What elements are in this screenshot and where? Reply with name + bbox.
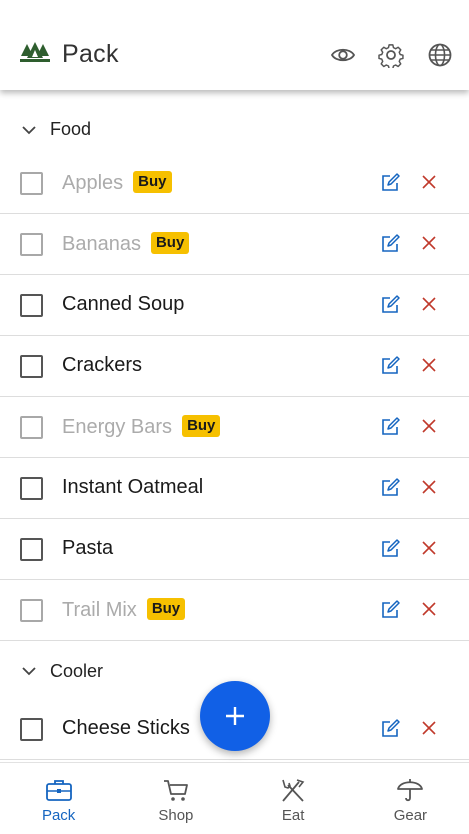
edit-icon[interactable] xyxy=(380,539,400,559)
edit-icon[interactable] xyxy=(380,234,400,254)
umbrella-icon xyxy=(396,777,424,803)
chevron-down-icon[interactable] xyxy=(20,123,38,137)
tab-label: Shop xyxy=(158,807,194,824)
close-icon[interactable] xyxy=(421,720,437,736)
list-item: Canned Soup xyxy=(0,275,469,336)
item-name: Energy Bars Buy xyxy=(62,415,221,439)
tab-label: Pack xyxy=(41,807,76,824)
item-name: Trail Mix Buy xyxy=(62,598,186,622)
close-icon[interactable] xyxy=(421,540,437,556)
list-item: Apples Buy xyxy=(0,153,469,214)
item-checkbox[interactable] xyxy=(20,172,43,195)
add-item-button[interactable] xyxy=(200,681,270,751)
item-checkbox[interactable] xyxy=(20,294,43,317)
item-checkbox[interactable] xyxy=(20,355,43,378)
packing-list: Food Apples Buy Bananas Buy Canned Soup Cracke… xyxy=(0,90,469,762)
section-label: Cooler xyxy=(50,661,104,681)
globe-icon[interactable] xyxy=(427,42,453,68)
close-icon[interactable] xyxy=(421,296,437,312)
app-bar: Pack xyxy=(0,0,469,90)
item-name: Canned Soup xyxy=(62,293,185,315)
item-name: Instant Oatmeal xyxy=(62,476,204,498)
item-name: Pasta xyxy=(62,537,114,559)
eye-icon[interactable] xyxy=(330,42,356,68)
section-header[interactable]: Food xyxy=(0,90,469,153)
list-item: Bananas Buy xyxy=(0,214,469,275)
edit-icon[interactable] xyxy=(380,600,400,620)
edit-icon[interactable] xyxy=(380,356,400,376)
page-title: Pack xyxy=(62,40,119,68)
briefcase-icon xyxy=(45,777,73,803)
tab-eat[interactable]: Eat xyxy=(235,763,352,834)
list-item: Pasta xyxy=(0,519,469,580)
item-checkbox[interactable] xyxy=(20,538,43,561)
item-name: Cheese Sticks xyxy=(62,717,190,739)
close-icon[interactable] xyxy=(421,174,437,190)
item-name: Apples Buy xyxy=(62,171,172,195)
close-icon[interactable] xyxy=(421,357,437,373)
item-name: Bananas Buy xyxy=(62,232,190,256)
buy-badge: Buy xyxy=(133,171,172,193)
buy-badge: Buy xyxy=(146,598,186,620)
section-label: Food xyxy=(50,119,92,139)
item-checkbox[interactable] xyxy=(20,718,43,741)
tab-gear[interactable]: Gear xyxy=(352,763,469,834)
item-checkbox[interactable] xyxy=(20,477,43,500)
edit-icon[interactable] xyxy=(380,719,400,739)
edit-icon[interactable] xyxy=(380,478,400,498)
item-checkbox[interactable] xyxy=(20,233,43,256)
list-item: Crackers xyxy=(0,336,469,397)
list-item: Trail Mix Buy xyxy=(0,580,469,641)
item-checkbox[interactable] xyxy=(20,599,43,622)
tab-label: Gear xyxy=(393,807,428,824)
edit-icon[interactable] xyxy=(380,295,400,315)
tab-pack[interactable]: Pack xyxy=(0,763,117,834)
buy-badge: Buy xyxy=(182,415,221,437)
edit-icon[interactable] xyxy=(380,173,400,193)
chevron-down-icon[interactable] xyxy=(20,664,38,678)
bottom-navigation: Pack Shop Eat Gear xyxy=(0,762,469,834)
close-icon[interactable] xyxy=(421,418,437,434)
close-icon[interactable] xyxy=(421,479,437,495)
tab-shop[interactable]: Shop xyxy=(117,763,234,834)
gear-icon[interactable] xyxy=(378,42,404,70)
cart-icon xyxy=(162,777,190,803)
list-item: Energy Bars Buy xyxy=(0,397,469,458)
close-icon[interactable] xyxy=(421,601,437,617)
fork-knife-icon xyxy=(279,777,307,803)
tab-label: Eat xyxy=(281,807,305,824)
close-icon[interactable] xyxy=(421,235,437,251)
item-checkbox[interactable] xyxy=(20,416,43,439)
buy-badge: Buy xyxy=(150,232,190,254)
forest-logo-icon xyxy=(20,42,50,64)
edit-icon[interactable] xyxy=(380,417,400,437)
list-item: Instant Oatmeal xyxy=(0,458,469,519)
item-name: Crackers xyxy=(62,354,143,376)
plus-icon xyxy=(226,707,244,725)
